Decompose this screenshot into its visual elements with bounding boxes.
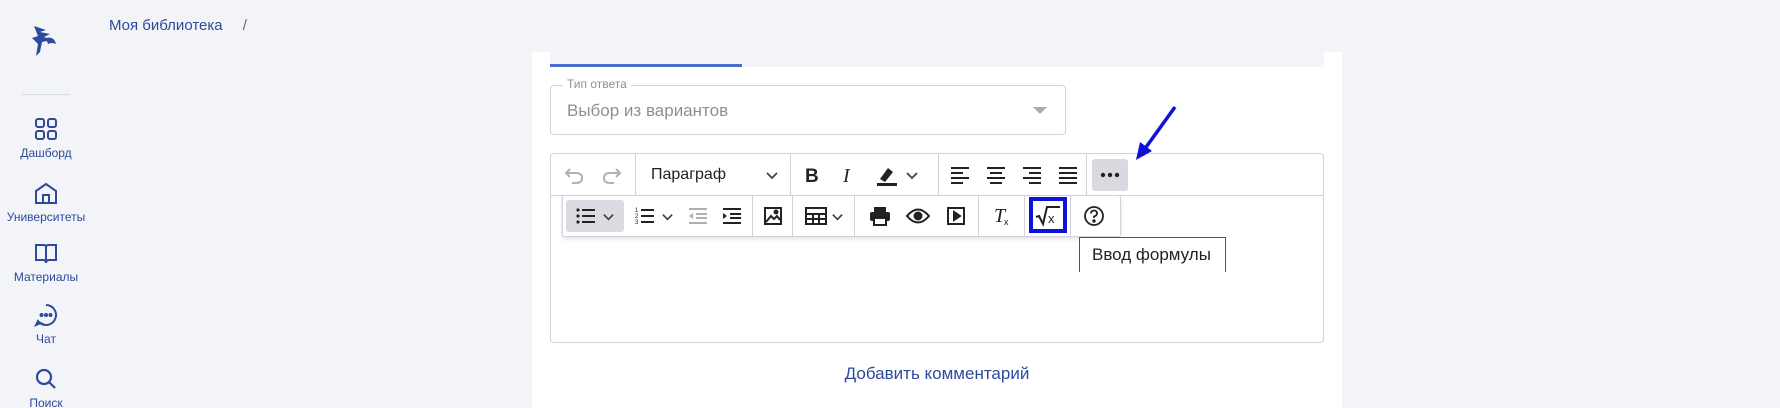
toolbar-group-lists: 123 — [563, 196, 753, 236]
align-left-icon — [951, 167, 969, 184]
active-tab-indicator — [550, 64, 742, 67]
sidebar-item-label: Материалы — [13, 270, 79, 284]
more-tools-button[interactable] — [1092, 159, 1128, 191]
align-right-button[interactable] — [1015, 159, 1049, 191]
logo-icon[interactable] — [26, 20, 66, 60]
search-icon — [33, 366, 59, 392]
overflow-toolbar: 123 T x x — [562, 195, 1121, 237]
clear-formatting-button[interactable]: Tx — [985, 200, 1019, 232]
help-icon — [1084, 206, 1104, 226]
chevron-down-icon — [831, 213, 843, 220]
print-button[interactable] — [863, 200, 897, 232]
toolbar-group-image — [753, 196, 793, 236]
breadcrumb: Моя библиотека / — [109, 17, 247, 34]
toolbar-group-clear: Tx — [979, 196, 1025, 236]
add-comment-link[interactable]: Добавить комментарий — [532, 364, 1342, 384]
toolbar-group-align — [939, 154, 1087, 196]
chevron-down-icon — [661, 213, 673, 220]
toolbar-group-table — [793, 196, 855, 236]
toolbar-group-formula: x — [1025, 196, 1071, 236]
align-center-button[interactable] — [979, 159, 1013, 191]
align-right-icon — [1023, 167, 1041, 184]
bold-icon: B — [805, 166, 819, 185]
svg-text:x: x — [1004, 217, 1009, 227]
media-play-icon — [947, 207, 965, 225]
dashboard-icon — [33, 116, 59, 142]
highlight-color-button[interactable] — [867, 159, 927, 191]
image-icon — [764, 207, 782, 225]
insert-media-button[interactable] — [939, 200, 973, 232]
sidebar-item-dashboard[interactable]: Дашборд — [0, 116, 92, 160]
align-left-button[interactable] — [943, 159, 977, 191]
bullet-list-button[interactable] — [566, 200, 624, 232]
annotation-arrow-icon — [1136, 105, 1177, 160]
redo-button[interactable] — [595, 159, 629, 191]
breadcrumb-link-library[interactable]: Моя библиотека — [109, 17, 223, 34]
university-icon — [33, 180, 59, 206]
paragraph-select-label: Параграф — [651, 166, 726, 183]
sidebar-item-label: Чат — [36, 332, 56, 346]
undo-icon — [564, 168, 584, 184]
sidebar-item-label: Дашборд — [20, 146, 72, 160]
indent-icon — [723, 208, 741, 224]
toolbar-group-history — [551, 154, 636, 196]
svg-text:B: B — [805, 166, 819, 185]
italic-button[interactable]: I — [831, 159, 865, 191]
undo-button[interactable] — [557, 159, 591, 191]
sidebar-divider — [22, 94, 70, 95]
highlighter-icon — [877, 168, 897, 186]
sidebar-item-materials[interactable]: Материалы — [0, 240, 92, 284]
chevron-down-icon — [602, 213, 614, 220]
help-button[interactable] — [1077, 200, 1111, 232]
formula-highlight-box — [1029, 197, 1067, 233]
numbered-list-icon: 123 — [635, 208, 654, 225]
bullet-list-icon — [575, 208, 595, 224]
more-horizontal-icon — [1100, 172, 1120, 178]
svg-text:I: I — [842, 165, 851, 185]
answer-type-legend: Тип ответа — [563, 77, 631, 91]
sidebar-item-label: Университеты — [6, 210, 86, 224]
table-icon — [804, 207, 827, 225]
italic-icon: I — [842, 165, 851, 185]
formula-tooltip: Ввод формулы — [1079, 237, 1226, 272]
eye-icon — [906, 208, 930, 224]
clear-formatting-icon: Tx — [994, 205, 1009, 227]
redo-icon — [602, 168, 622, 184]
print-icon — [870, 207, 890, 226]
sidebar-item-search[interactable]: Поиск — [0, 366, 92, 408]
book-icon — [33, 240, 59, 266]
indent-button[interactable] — [715, 200, 749, 232]
dropdown-arrow-icon — [1033, 107, 1047, 114]
align-center-icon — [987, 167, 1005, 184]
answer-type-select[interactable]: Тип ответа Выбор из вариантов — [550, 77, 1066, 135]
answer-type-value: Выбор из вариантов — [567, 101, 729, 120]
chat-icon — [33, 302, 59, 328]
numbered-list-button[interactable]: 123 — [627, 200, 681, 232]
sidebar: Дашборд Университеты Материалы Чат Поиск — [0, 0, 92, 408]
align-justify-button[interactable] — [1051, 159, 1085, 191]
breadcrumb-separator: / — [242, 17, 247, 34]
sidebar-item-universities[interactable]: Университеты — [0, 180, 92, 224]
outdent-icon — [689, 208, 707, 224]
align-justify-icon — [1059, 167, 1077, 184]
insert-table-button[interactable] — [796, 200, 852, 232]
sidebar-item-chat[interactable]: Чат — [0, 302, 92, 346]
bold-button[interactable]: B — [795, 159, 829, 191]
chevron-down-icon — [906, 172, 918, 180]
insert-image-button[interactable] — [756, 200, 790, 232]
preview-button[interactable] — [901, 200, 935, 232]
question-card: Тип ответа Выбор из вариантов Параграф B… — [532, 52, 1342, 408]
editor-toolbar: Параграф B I — [551, 154, 1323, 196]
svg-text:3: 3 — [635, 220, 639, 225]
chevron-down-icon — [766, 172, 778, 180]
toolbar-group-view — [855, 196, 979, 236]
paragraph-select[interactable]: Параграф — [643, 159, 793, 191]
outdent-button[interactable] — [681, 200, 715, 232]
toolbar-group-text-style: B I — [791, 154, 939, 196]
sidebar-item-label: Поиск — [29, 396, 63, 408]
